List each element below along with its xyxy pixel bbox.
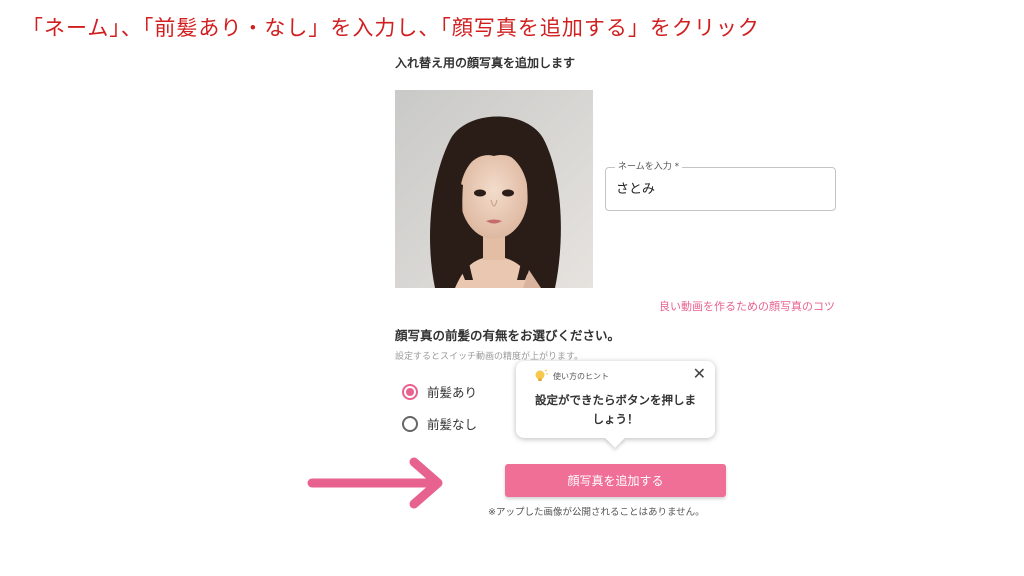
arrow-right-icon [307, 457, 443, 509]
face-photo-image [395, 90, 593, 288]
add-photo-button[interactable]: 顔写真を追加する [505, 464, 726, 497]
photo-tips-link[interactable]: 良い動画を作るための顔写真のコツ [659, 298, 835, 314]
face-photo [395, 90, 593, 288]
tooltip-header-label: 使い方のヒント [553, 371, 609, 381]
section-title: 入れ替え用の顔写真を追加します [395, 56, 576, 70]
radio-bangs-no[interactable]: 前髪なし [402, 414, 477, 433]
radio-checked-icon[interactable] [402, 383, 418, 400]
hint-tooltip: 使い方のヒント ✕ 設定ができたらボタンを押しましょう！ [516, 361, 715, 438]
name-input[interactable] [616, 180, 826, 195]
privacy-note: ※アップした画像が公開されることはありません。 [488, 507, 705, 518]
radio-unchecked-icon[interactable] [402, 415, 418, 432]
name-field-label: ネームを入力 * [615, 161, 683, 173]
instruction-caption: 「ネーム」、「前髪あり・なし」を入力し、「顔写真を追加する」をクリック [22, 16, 760, 40]
lightbulb-icon [535, 369, 548, 381]
tooltip-message: 設定ができたらボタンを押しましょう！ [535, 393, 696, 426]
radio-label-bangs-yes: 前髪あり [427, 385, 478, 400]
tooltip-header: 使い方のヒント [534, 369, 609, 383]
radio-label-bangs-no: 前髪なし [427, 417, 478, 432]
name-field[interactable]: ネームを入力 * [605, 161, 836, 211]
radio-bangs-yes[interactable]: 前髪あり [402, 382, 477, 401]
bangs-question: 顔写真の前髪の有無をお選びください。 [395, 328, 621, 343]
close-icon[interactable]: ✕ [693, 364, 706, 384]
